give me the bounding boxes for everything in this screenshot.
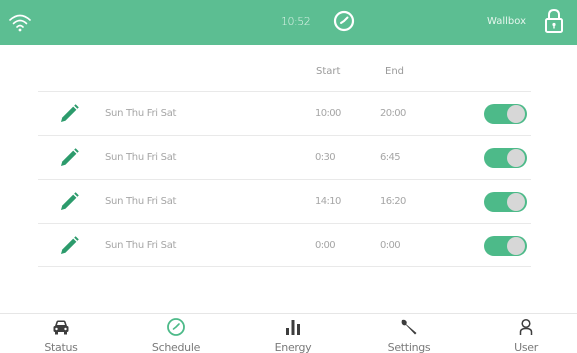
nav-energy[interactable]: Energy <box>253 314 333 353</box>
schedule-row: Sun Thu Fri Sat 0:00 0:00 <box>38 223 531 267</box>
nav-label: Schedule <box>151 341 201 353</box>
nav-label: User <box>514 341 538 353</box>
nav-status[interactable]: Status <box>21 314 101 353</box>
column-header-start: Start <box>316 66 341 77</box>
nav-user[interactable]: User <box>486 314 566 353</box>
wrench-icon <box>401 319 417 335</box>
schedule-toggle[interactable] <box>484 236 527 256</box>
schedule-start: 0:00 <box>315 240 336 251</box>
edit-pencil-icon[interactable] <box>57 234 81 258</box>
clock-icon <box>333 10 355 32</box>
nav-label: Energy <box>274 341 312 353</box>
schedule-list: Sun Thu Fri Sat 10:00 20:00 Sun Thu Fri … <box>38 91 531 267</box>
schedule-row: Sun Thu Fri Sat 10:00 20:00 <box>38 91 531 135</box>
schedule-toggle[interactable] <box>484 148 527 168</box>
schedule-start: 14:10 <box>315 196 341 207</box>
bar-chart-icon <box>286 320 300 335</box>
toggle-knob <box>507 105 525 123</box>
schedule-row: Sun Thu Fri Sat 14:10 16:20 <box>38 179 531 223</box>
schedule-days: Sun Thu Fri Sat <box>105 152 177 163</box>
nav-label: Settings <box>387 341 431 353</box>
edit-pencil-icon[interactable] <box>57 102 81 126</box>
schedule-row: Sun Thu Fri Sat 0:30 6:45 <box>38 135 531 179</box>
schedule-days: Sun Thu Fri Sat <box>105 240 177 251</box>
column-header-end: End <box>385 66 405 77</box>
schedule-end: 0:00 <box>380 240 401 251</box>
edit-pencil-icon[interactable] <box>57 190 81 214</box>
schedule-start: 10:00 <box>315 108 341 119</box>
schedule-start: 0:30 <box>315 152 336 163</box>
schedule-days: Sun Thu Fri Sat <box>105 108 177 119</box>
bottom-nav: Status Schedule Energy Settings User <box>0 313 577 353</box>
nav-settings[interactable]: Settings <box>369 314 449 353</box>
toggle-knob <box>507 237 525 255</box>
edit-pencil-icon[interactable] <box>57 146 81 170</box>
nav-schedule[interactable]: Schedule <box>136 314 216 353</box>
schedule-toggle[interactable] <box>484 192 527 212</box>
nav-label: Status <box>44 341 78 353</box>
wifi-icon <box>9 14 31 32</box>
schedule-toggle[interactable] <box>484 104 527 124</box>
toggle-knob <box>507 149 525 167</box>
toggle-knob <box>507 193 525 211</box>
lock-icon[interactable] <box>544 7 564 35</box>
clock-time: 10:52 <box>281 15 311 28</box>
top-bar: 10:52 Wallbox <box>0 0 577 45</box>
schedule-end: 6:45 <box>380 152 401 163</box>
user-icon <box>519 318 533 335</box>
schedule-end: 16:20 <box>380 196 406 207</box>
clock-icon <box>167 318 185 336</box>
car-icon <box>53 320 69 335</box>
schedule-days: Sun Thu Fri Sat <box>105 196 177 207</box>
device-name: Wallbox <box>487 16 527 27</box>
schedule-end: 20:00 <box>380 108 406 119</box>
